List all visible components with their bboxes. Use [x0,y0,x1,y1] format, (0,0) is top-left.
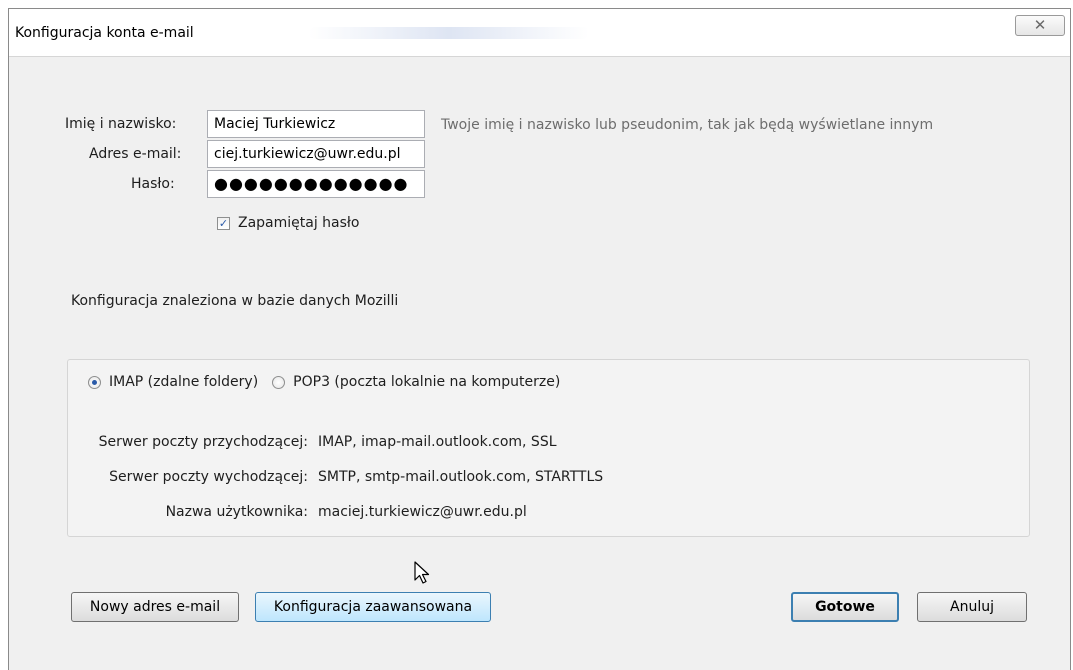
config-found-text: Konfiguracja znaleziona w bazie danych M… [71,293,399,309]
password-label: Hasło: [131,176,175,192]
remember-password-label: Zapamiętaj hasło [238,215,360,231]
password-input[interactable]: ●●●●●●●●●●●●● [207,170,425,198]
name-input[interactable]: Maciej Turkiewicz [207,110,425,138]
pop3-radio[interactable] [272,375,286,389]
imap-radio-label[interactable]: IMAP (zdalne foldery) [109,374,258,390]
protocol-radio-group: IMAP (zdalne foldery) POP3 (poczta lokal… [88,374,574,390]
outgoing-server-label: Serwer poczty wychodzącej: [109,469,308,485]
dialog-body: Imię i nazwisko: Maciej Turkiewicz Twoje… [9,57,1070,670]
server-config-panel: IMAP (zdalne foldery) POP3 (poczta lokal… [67,359,1030,537]
new-address-button[interactable]: Nowy adres e-mail [71,592,239,622]
cancel-button[interactable]: Anuluj [917,592,1027,622]
email-input[interactable]: ciej.turkiewicz@uwr.edu.pl [207,140,425,168]
username-label: Nazwa użytkownika: [165,504,308,520]
window-title: Konfiguracja konta e-mail [15,25,194,41]
checkmark-icon: ✓ [218,216,229,230]
imap-radio[interactable] [88,375,101,389]
incoming-server-label: Serwer poczty przychodzącej: [98,434,308,450]
name-label: Imię i nazwisko: [65,116,177,132]
close-button[interactable]: ✕ [1015,15,1065,36]
username-value: maciej.turkiewicz@uwr.edu.pl [318,504,527,520]
pop3-radio-label[interactable]: POP3 (poczta lokalnie na komputerze) [293,374,560,390]
advanced-config-button[interactable]: Konfiguracja zaawansowana [255,592,491,622]
email-label: Adres e-mail: [89,146,182,162]
incoming-server-value: IMAP, imap-mail.outlook.com, SSL [318,434,557,450]
mouse-cursor-icon [414,561,430,584]
close-icon: ✕ [1033,16,1047,34]
done-button[interactable]: Gotowe [791,592,899,622]
remember-password-checkbox-row[interactable]: ✓ Zapamiętaj hasło [217,215,359,231]
remember-password-checkbox[interactable]: ✓ [217,216,230,230]
background-title-ghost [309,27,589,39]
name-hint: Twoje imię i nazwisko lub pseudonim, tak… [441,117,934,133]
account-setup-dialog: Konfiguracja konta e-mail ✕ Imię i nazwi… [8,8,1071,670]
title-bar: Konfiguracja konta e-mail ✕ [9,9,1070,57]
outgoing-server-value: SMTP, smtp-mail.outlook.com, STARTTLS [318,469,604,485]
